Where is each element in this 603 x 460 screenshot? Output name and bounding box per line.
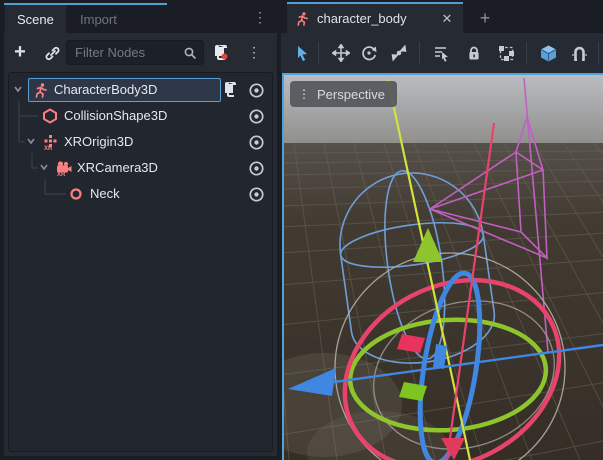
filter-nodes-input[interactable]: [73, 44, 183, 61]
scene-tree-menu-icon[interactable]: ⋮: [246, 41, 262, 63]
new-scene-tab-button[interactable]: +: [474, 6, 496, 30]
local-space-toggle[interactable]: [538, 43, 558, 63]
perspective-dots-icon: ⋮: [298, 88, 310, 100]
xr-badge: XR: [57, 172, 65, 178]
scene-tree: CharacterBody3D CollisionShape3D: [8, 72, 273, 452]
toolbar-separator: [598, 42, 599, 64]
tree-row-collisionshape3d[interactable]: CollisionShape3D: [9, 103, 272, 129]
viewport-3d[interactable]: ⋮ Perspective: [282, 73, 603, 460]
xrorigin3d-icon: XR: [42, 134, 59, 151]
tab-import[interactable]: Import: [68, 5, 129, 33]
characterbody3d-icon: [33, 82, 50, 99]
viewport-render: [284, 75, 603, 460]
viewport-toolbar: [281, 33, 603, 73]
tree-row-xrcamera3d[interactable]: XR XRCamera3D: [9, 155, 272, 181]
toolbar-separator: [318, 42, 319, 64]
scene-tab-label: character_body: [317, 11, 439, 26]
xr-badge: XR: [44, 146, 52, 152]
lock-button[interactable]: [464, 43, 484, 63]
snap-toggle[interactable]: [569, 43, 589, 63]
scale-tool-button[interactable]: [389, 43, 409, 63]
select-tool-button[interactable]: [292, 43, 312, 63]
toolbar-separator: [526, 42, 527, 64]
close-icon[interactable]: ✕: [439, 11, 455, 27]
tree-row-xrorigin3d[interactable]: XR XROrigin3D: [9, 129, 272, 155]
marker3d-icon: [68, 186, 85, 203]
search-icon: [183, 46, 197, 60]
tab-scene-label: Scene: [17, 12, 54, 27]
attach-script-button[interactable]: [210, 41, 232, 63]
tree-node-label: Neck: [90, 185, 120, 203]
move-tool-button[interactable]: [331, 43, 351, 63]
perspective-label: Perspective: [317, 87, 385, 102]
collapse-arrow[interactable]: [13, 84, 25, 96]
list-select-button[interactable]: [431, 43, 451, 63]
xrcamera3d-icon: XR: [55, 160, 72, 177]
tree-row-characterbody3d[interactable]: CharacterBody3D: [9, 77, 272, 103]
perspective-menu-button[interactable]: ⋮ Perspective: [290, 81, 397, 107]
visibility-eye-icon[interactable]: [248, 82, 265, 99]
characterbody3d-icon: [295, 11, 310, 26]
toolbar-separator: [419, 42, 420, 64]
tree-node-label: XRCamera3D: [77, 159, 158, 177]
rotate-tool-button[interactable]: [359, 43, 379, 63]
main-panel: character_body ✕ +: [281, 0, 603, 460]
visibility-eye-icon[interactable]: [248, 108, 265, 125]
collisionshape3d-icon: [42, 108, 59, 125]
visibility-eye-icon[interactable]: [248, 134, 265, 151]
script-icon: [212, 43, 230, 61]
tab-scene[interactable]: Scene: [5, 5, 66, 33]
tab-import-label: Import: [80, 12, 117, 27]
collapse-arrow[interactable]: [39, 162, 51, 174]
group-button[interactable]: [496, 43, 516, 63]
visibility-eye-icon[interactable]: [248, 186, 265, 203]
node-script-icon[interactable]: [223, 81, 240, 99]
tree-node-label: CharacterBody3D: [54, 81, 157, 99]
filter-nodes-box: [66, 40, 204, 65]
tree-row-neck[interactable]: Neck: [9, 181, 272, 207]
dock-menu-icon[interactable]: ⋮: [253, 7, 267, 27]
scene-tab-character-body[interactable]: character_body ✕: [287, 4, 463, 33]
instance-scene-button[interactable]: [41, 42, 63, 64]
visibility-eye-icon[interactable]: [248, 160, 265, 177]
tree-node-label: CollisionShape3D: [64, 107, 167, 125]
collapse-arrow[interactable]: [26, 136, 38, 148]
scene-dock-body: + ⋮: [4, 33, 277, 456]
scene-dock: Scene Import ⋮ + ⋮: [0, 0, 281, 460]
add-node-button[interactable]: +: [9, 41, 31, 63]
tree-node-label: XROrigin3D: [64, 133, 133, 151]
link-icon: [44, 45, 61, 62]
